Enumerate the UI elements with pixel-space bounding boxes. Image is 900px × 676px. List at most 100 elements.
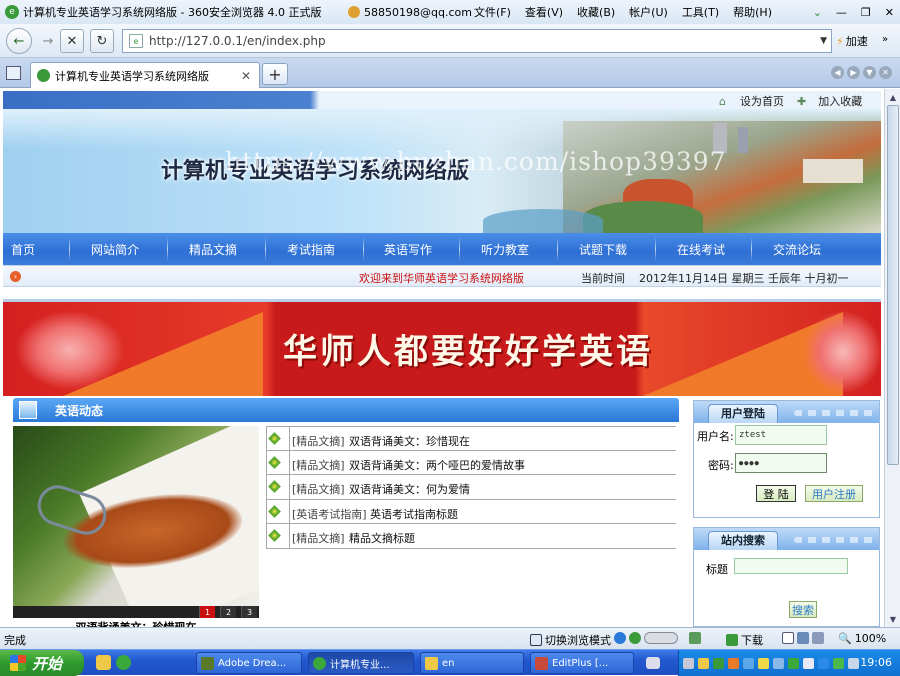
slide-button-3[interactable]: 3 [241, 606, 257, 618]
tray-icon[interactable] [743, 657, 754, 669]
ie-icon[interactable] [614, 632, 626, 644]
tab-close-icon[interactable]: ✕ [241, 69, 251, 83]
minimize-button[interactable]: — [836, 6, 847, 19]
news-title[interactable]: 英语考试指南标题 [370, 506, 458, 522]
nav-item-forum[interactable]: 交流论坛 [773, 241, 821, 258]
add-favorite-link[interactable]: ✚ 加入收藏 [797, 93, 862, 109]
more-menu-button[interactable]: » [882, 34, 888, 45]
slide-caption[interactable]: 双语背诵美文：珍惜现在 [13, 619, 259, 627]
nav-item-digest[interactable]: 精品文摘 [189, 241, 237, 258]
tab-current[interactable]: 计算机专业英语学习系统网络版 ✕ [30, 62, 260, 88]
tab-close-all-icon[interactable]: ✕ [879, 66, 892, 79]
slide-button-2[interactable]: 2 [220, 606, 236, 618]
skin-button[interactable]: ⌄ [813, 6, 822, 19]
settings-icon[interactable] [689, 632, 701, 644]
username-field[interactable]: ztest [735, 425, 827, 445]
tab-scroll-left-icon[interactable]: ◀ [831, 66, 844, 79]
translate-icon[interactable] [797, 632, 809, 644]
toggle-icon[interactable] [644, 632, 678, 644]
tray-icon[interactable] [683, 657, 694, 669]
menu-tools[interactable]: 工具(T) [682, 4, 719, 20]
page-icon[interactable] [782, 632, 794, 644]
tray-icon[interactable] [818, 657, 829, 669]
tab-list-icon[interactable]: ▼ [863, 66, 876, 79]
news-title[interactable]: 双语背诵美文：两个哑巴的爱情故事 [349, 457, 525, 473]
password-field[interactable]: ●●●● [735, 453, 827, 473]
stop-button[interactable]: ✕ [60, 29, 84, 53]
taskbar-item-folder[interactable]: en [420, 652, 524, 674]
back-button[interactable]: ← [6, 28, 32, 54]
list-item[interactable]: [精品文摘] 双语背诵美文：珍惜现在 [266, 426, 676, 451]
accelerate-button[interactable]: ⚡ 加速 [836, 29, 876, 53]
news-section-header: 英语动态 [13, 398, 679, 422]
slide-button-1[interactable]: 1 [199, 606, 215, 618]
taskbar-item-dreamweaver[interactable]: Adobe Drea... [196, 652, 302, 674]
list-item[interactable]: [精品文摘] 精品文摘标题 [266, 524, 676, 549]
tray-icon[interactable] [848, 657, 859, 669]
sidebar-toggle-icon[interactable] [6, 66, 21, 80]
new-tab-button[interactable]: + [262, 63, 288, 85]
forward-button[interactable]: → [36, 29, 60, 53]
news-title[interactable]: 精品文摘标题 [349, 530, 415, 546]
address-input[interactable]: http://127.0.0.1/en/index.php [149, 34, 326, 48]
browser-quicklaunch-icon[interactable] [116, 655, 131, 670]
menu-help[interactable]: 帮助(H) [733, 4, 772, 20]
list-item[interactable]: [精品文摘] 双语背诵美文：两个哑巴的爱情故事 [266, 450, 676, 475]
account-area[interactable]: 58850198@qq.com [348, 6, 472, 19]
menu-account[interactable]: 帐户(U) [629, 4, 668, 20]
nav-item-home[interactable]: 首页 [11, 241, 35, 258]
menu-favorites[interactable]: 收藏(B) [577, 4, 615, 20]
shield-icon[interactable] [629, 632, 641, 644]
vertical-scrollbar[interactable]: ▲ ▼ [884, 89, 900, 627]
scrollbar-thumb[interactable] [887, 105, 899, 465]
list-item[interactable]: [精品文摘] 双语背诵美文：何为爱情 [266, 475, 676, 500]
news-title[interactable]: 双语背诵美文：何为爱情 [349, 481, 470, 497]
nav-item-exam-guide[interactable]: 考试指南 [287, 241, 335, 258]
nav-item-downloads[interactable]: 试题下载 [579, 241, 627, 258]
list-item[interactable]: [英语考试指南] 英语考试指南标题 [266, 499, 676, 524]
tab-scroll-right-icon[interactable]: ▶ [847, 66, 860, 79]
switch-mode-button[interactable]: 切换浏览模式 [530, 632, 611, 648]
download-button[interactable]: 下载 [726, 632, 763, 648]
nav-item-writing[interactable]: 英语写作 [384, 241, 432, 258]
login-panel-header: 用户登陆 [694, 401, 879, 423]
zoom-control[interactable]: 🔍 100% [838, 632, 886, 645]
menu-view[interactable]: 查看(V) [525, 4, 563, 20]
start-button[interactable]: 开始 [0, 650, 84, 676]
keyword-input[interactable] [734, 558, 848, 574]
set-homepage-link[interactable]: ⌂ 设为首页 [719, 93, 784, 109]
scroll-down-icon[interactable]: ▼ [887, 613, 899, 625]
news-title[interactable]: 双语背诵美文：珍惜现在 [349, 433, 470, 449]
tray-icon[interactable] [713, 657, 724, 669]
menu-file[interactable]: 文件(F) [474, 4, 511, 20]
nav-item-listening[interactable]: 听力教室 [481, 241, 529, 258]
search-button[interactable]: 搜索 [789, 601, 817, 618]
scroll-up-icon[interactable]: ▲ [887, 91, 899, 103]
tray-icon[interactable] [728, 657, 739, 669]
register-button[interactable]: 用户注册 [805, 485, 863, 502]
nav-item-about[interactable]: 网站简介 [91, 241, 139, 258]
speaker-icon[interactable] [812, 632, 824, 644]
chevron-down-icon[interactable]: ▼ [820, 36, 827, 46]
taskbar-item-editplus[interactable]: EditPlus [... [530, 652, 634, 674]
tray-icon[interactable] [788, 657, 799, 669]
nav-item-online-exam[interactable]: 在线考试 [677, 241, 725, 258]
tray-icon[interactable] [698, 657, 709, 669]
tray-icon[interactable] [773, 657, 784, 669]
back-arrow-icon: ← [13, 33, 25, 49]
login-button[interactable]: 登 陆 [756, 485, 796, 502]
tray-icon[interactable] [758, 657, 769, 669]
maximize-button[interactable]: ❐ [861, 6, 871, 19]
tray-icon[interactable] [803, 657, 814, 669]
taskbar-item-browser[interactable]: 计算机专业... [308, 652, 414, 674]
slideshow-controls: 1 2 3 [13, 606, 259, 618]
slideshow-image[interactable] [13, 426, 259, 606]
address-bar[interactable]: e http://127.0.0.1/en/index.php ▼ [122, 29, 832, 53]
folder-quicklaunch-icon[interactable] [96, 655, 111, 670]
refresh-button[interactable]: ↻ [90, 29, 114, 53]
system-clock[interactable]: 19:06 [860, 656, 892, 669]
keyboard-icon[interactable] [646, 657, 660, 669]
tray-icon[interactable] [833, 657, 844, 669]
account-email[interactable]: 58850198@qq.com [364, 6, 472, 19]
close-button[interactable]: ✕ [885, 6, 894, 19]
